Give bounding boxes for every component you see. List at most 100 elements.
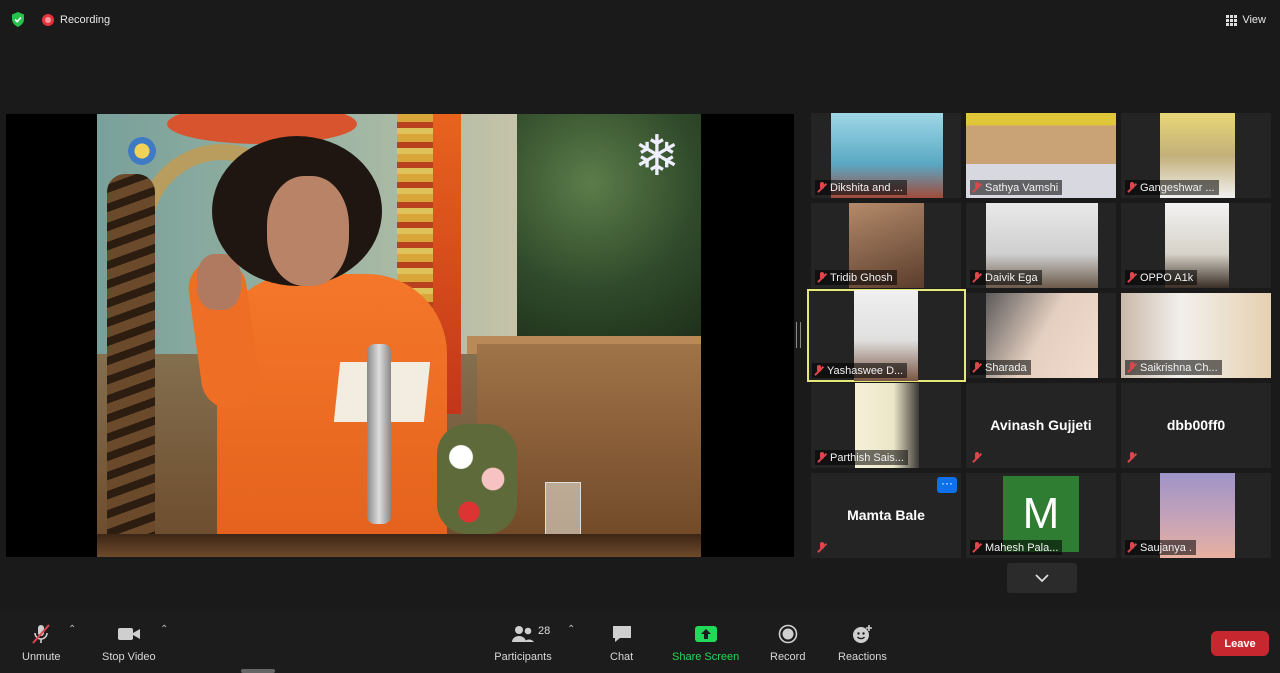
participant-label: Dikshita and ... <box>815 180 907 195</box>
muted-mic-icon <box>1127 542 1137 553</box>
muted-mic-icon <box>817 272 827 283</box>
record-button[interactable]: Record <box>770 623 805 663</box>
view-label: View <box>1242 14 1266 26</box>
participant-name: Saujanya . <box>1140 541 1192 554</box>
next-page-button[interactable] <box>1007 563 1077 593</box>
muted-mic-icon <box>817 452 827 463</box>
panel-splitter-handle[interactable] <box>796 322 801 348</box>
participant-tile[interactable]: ··· Mamta Bale <box>811 473 961 558</box>
muted-mic-icon <box>1127 182 1137 193</box>
participant-label: OPPO A1k <box>1125 270 1198 285</box>
more-options-button[interactable]: ··· <box>937 477 957 493</box>
chat-label: Chat <box>610 651 634 663</box>
participant-label: Mahesh Pala... <box>970 540 1063 555</box>
participant-tile[interactable]: Sathya Vamshi <box>966 113 1116 198</box>
participant-label: Tridib Ghosh <box>815 270 897 285</box>
video-options-caret-icon[interactable]: ⌃ <box>160 625 170 635</box>
horizontal-scrollbar-thumb[interactable] <box>241 669 275 673</box>
participant-name-placeholder: Avinash Gujjeti <box>990 417 1092 433</box>
muted-mic-icon <box>1127 362 1137 373</box>
leave-meeting-button[interactable]: Leave <box>1211 631 1269 656</box>
participant-tile[interactable]: Avinash Gujjeti <box>966 383 1116 468</box>
grid-view-icon <box>1226 14 1238 26</box>
reactions-button[interactable]: Reactions <box>838 623 887 663</box>
unmute-button[interactable]: Unmute <box>22 623 61 663</box>
snowflake-ornament: ❄ <box>633 124 681 187</box>
participant-label: Daivik Ega <box>970 270 1042 285</box>
participant-label: Yashaswee D... <box>812 363 908 378</box>
audio-options-caret-icon[interactable]: ⌃ <box>68 625 78 635</box>
view-button[interactable]: View <box>1226 11 1266 29</box>
shared-screen-video[interactable]: ❄ <box>6 114 794 557</box>
top-bar: Recording View <box>0 0 1280 40</box>
participant-label: Sharada <box>970 360 1031 375</box>
stop-video-button[interactable]: Stop Video <box>102 623 156 663</box>
participant-tile[interactable]: Tridib Ghosh <box>811 203 961 288</box>
share-screen-arrow-icon <box>694 623 718 645</box>
muted-mic-icon <box>817 182 827 193</box>
muted-mic-icon <box>817 542 827 553</box>
participants-icon: 28 <box>494 623 552 645</box>
participant-name: Sathya Vamshi <box>985 181 1059 194</box>
participant-name: Yashaswee D... <box>827 364 904 377</box>
reactions-label: Reactions <box>838 651 887 663</box>
record-icon <box>778 623 798 645</box>
muted-mic-icon <box>972 362 982 373</box>
participant-name: Dikshita and ... <box>830 181 903 194</box>
share-screen-button[interactable]: Share Screen <box>672 623 739 663</box>
participant-label <box>815 540 831 555</box>
add-reaction-smiley-icon <box>851 623 873 645</box>
participant-tile[interactable]: Sharada <box>966 293 1116 378</box>
chat-button[interactable]: Chat <box>610 623 633 663</box>
shared-video-frame: ❄ <box>97 114 701 557</box>
muted-mic-icon <box>972 452 982 463</box>
participant-tile[interactable]: OPPO A1k <box>1121 203 1271 288</box>
meeting-toolbar: Unmute ⌃ Stop Video ⌃ 28 Participants ⌃ … <box>0 611 1280 673</box>
recording-dot-icon <box>42 14 54 26</box>
participant-tile[interactable]: Saujanya . <box>1121 473 1271 558</box>
share-screen-label: Share Screen <box>672 651 740 663</box>
participant-label: Gangeshwar ... <box>1125 180 1219 195</box>
participant-tile[interactable]: Dikshita and ... <box>811 113 961 198</box>
muted-mic-icon <box>1127 452 1137 463</box>
participant-name-placeholder: dbb00ff0 <box>1166 417 1226 433</box>
unmute-label: Unmute <box>22 651 61 663</box>
muted-mic-icon <box>814 365 824 376</box>
participant-label: Saujanya . <box>1125 540 1196 555</box>
participants-options-caret-icon[interactable]: ⌃ <box>567 625 577 635</box>
participant-label <box>1125 450 1141 465</box>
participant-tile-active-speaker[interactable]: Yashaswee D... <box>807 289 966 382</box>
participant-name: Gangeshwar ... <box>1140 181 1215 194</box>
muted-mic-icon <box>1127 272 1137 283</box>
channel-logo <box>127 136 157 166</box>
participant-tile[interactable]: Gangeshwar ... <box>1121 113 1271 198</box>
participant-name: Mahesh Pala... <box>985 541 1059 554</box>
microphone-stand <box>367 344 391 524</box>
chevron-down-icon <box>1035 573 1049 582</box>
muted-mic-icon <box>972 542 982 553</box>
participant-name: OPPO A1k <box>1140 271 1194 284</box>
recording-indicator[interactable]: Recording <box>42 12 110 28</box>
security-shield-icon[interactable] <box>11 12 25 27</box>
video-camera-icon <box>117 623 141 645</box>
participant-tile[interactable]: Saikrishna Ch... <box>1121 293 1271 378</box>
muted-mic-icon <box>972 272 982 283</box>
participant-tile[interactable]: Parthish Sais... <box>811 383 961 468</box>
stop-video-label: Stop Video <box>102 651 156 663</box>
chat-bubble-icon <box>611 623 633 645</box>
participant-name: Parthish Sais... <box>830 451 904 464</box>
recording-label: Recording <box>60 14 111 26</box>
participants-button[interactable]: 28 Participants <box>494 623 552 663</box>
participant-tile[interactable]: M Mahesh Pala... <box>966 473 1116 558</box>
participant-label: Parthish Sais... <box>815 450 908 465</box>
participant-name: Daivik Ega <box>985 271 1038 284</box>
participant-tile[interactable]: Daivik Ega <box>966 203 1116 288</box>
participant-label: Saikrishna Ch... <box>1125 360 1222 375</box>
participant-tile[interactable]: dbb00ff0 <box>1121 383 1271 468</box>
muted-microphone-icon <box>30 623 52 645</box>
participants-label: Participants <box>494 651 552 663</box>
participant-name: Saikrishna Ch... <box>1140 361 1218 374</box>
muted-mic-icon <box>972 182 982 193</box>
participant-label: Sathya Vamshi <box>970 180 1063 195</box>
record-label: Record <box>770 651 806 663</box>
